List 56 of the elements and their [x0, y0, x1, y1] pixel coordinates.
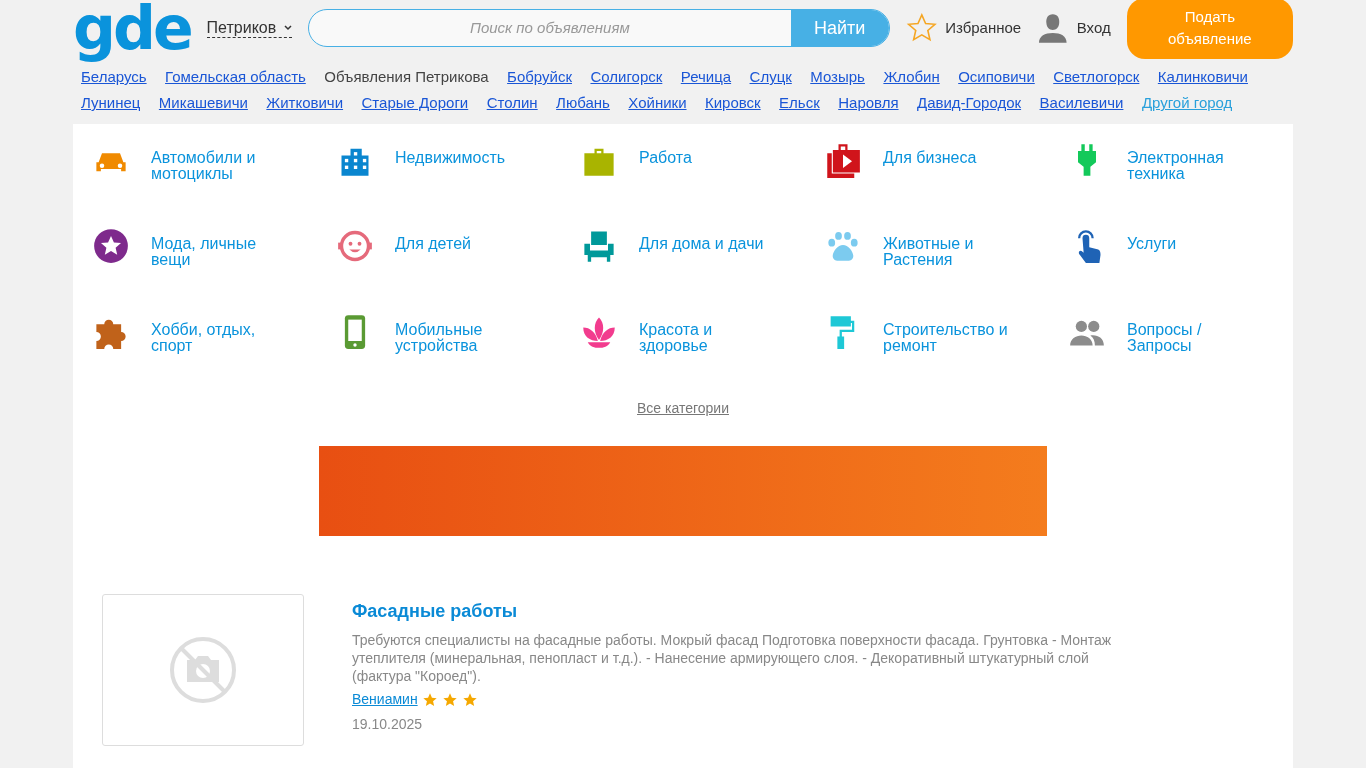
location-link[interactable]: Старые Дороги — [361, 94, 469, 111]
location-link[interactable]: Хойники — [628, 94, 687, 111]
category-link[interactable]: Животные и Растения — [883, 228, 1018, 268]
location-link[interactable]: Кировск — [705, 94, 761, 111]
rating-star-icon — [441, 691, 458, 708]
ad-banner[interactable] — [319, 446, 1047, 536]
location-link[interactable]: Василевичи — [1039, 94, 1124, 111]
location-link[interactable]: Слуцк — [749, 68, 792, 85]
rating-star-icon — [421, 691, 438, 708]
category-link[interactable]: Строительство и ремонт — [883, 314, 1018, 354]
star-icon[interactable] — [905, 12, 938, 44]
location-link[interactable]: Солигорск — [590, 68, 663, 85]
listing-description: Требуются специалисты на фасадные работы. Мокрый фасад Подготовка поверхности фасада. Грунтовка - Монтаж утеплителя (минеральная, пенопласт и т.д.). - Нанесение армирующего слоя. - Декоративный штукатурный слой (фактура "Короед"). — [352, 631, 1113, 685]
all-categories-link[interactable]: Все категории — [637, 400, 729, 416]
location-link[interactable]: Речица — [680, 68, 732, 85]
category-link[interactable]: Хобби, отдых, спорт — [151, 314, 286, 354]
location-link[interactable]: Лунинец — [81, 94, 141, 111]
location-link[interactable]: Давид-Городок — [917, 94, 1022, 111]
location-link[interactable]: Любань — [556, 94, 610, 111]
login-link[interactable]: Вход — [1076, 16, 1111, 40]
location-link[interactable]: Житковичи — [266, 94, 344, 111]
listing-date: 19.10.2025 — [352, 715, 424, 734]
location-link[interactable]: Бобруйск — [507, 68, 572, 85]
city-selector[interactable]: Петриков — [206, 17, 293, 39]
caret-icon — [284, 24, 293, 31]
location-link[interactable]: Наровля — [838, 94, 899, 111]
category-link[interactable]: Мобильные устройства — [395, 314, 530, 354]
favorites-link[interactable]: Избранное — [945, 16, 1022, 40]
user-icon[interactable] — [1037, 12, 1069, 44]
location-link[interactable]: Ельск — [779, 94, 820, 111]
location-link[interactable]: Калинковичи — [1157, 68, 1248, 85]
location-link[interactable]: Столин — [486, 94, 538, 111]
location-link[interactable]: Беларусь — [81, 68, 147, 85]
category-link[interactable]: Для бизнеса — [883, 142, 1018, 166]
category-link[interactable]: Для детей — [395, 228, 530, 252]
listing-title[interactable]: Фасадные работы — [352, 601, 518, 621]
location-link[interactable]: Гомельская область — [165, 68, 306, 85]
category-link[interactable]: Работа — [639, 142, 774, 166]
category-link[interactable]: Электронная техника — [1127, 142, 1262, 182]
category-link[interactable]: Автомобили и мотоциклы — [151, 142, 286, 182]
breadcrumb-current: Объявления Петрикова — [324, 68, 489, 85]
category-link[interactable]: Недвижимость — [395, 142, 530, 166]
location-link[interactable]: Жлобин — [883, 68, 940, 85]
category-link[interactable]: Красота и здоровье — [639, 314, 774, 354]
category-link[interactable]: Услуги — [1127, 228, 1262, 252]
location-link[interactable]: Осиповичи — [958, 68, 1035, 85]
category-link[interactable]: Мода, личные вещи — [151, 228, 286, 268]
category-link[interactable]: Для дома и дачи — [639, 228, 774, 252]
rating-star-icon — [461, 691, 478, 708]
category-link[interactable]: Вопросы / Запросы — [1127, 314, 1262, 354]
location-link[interactable]: Микашевичи — [158, 94, 248, 111]
location-link[interactable]: Светлогорск — [1053, 68, 1140, 85]
author-link[interactable]: Вениамин — [352, 689, 418, 710]
no-photo-icon — [169, 636, 237, 704]
location-link[interactable]: Мозырь — [810, 68, 865, 85]
listing-thumbnail[interactable] — [102, 594, 304, 746]
